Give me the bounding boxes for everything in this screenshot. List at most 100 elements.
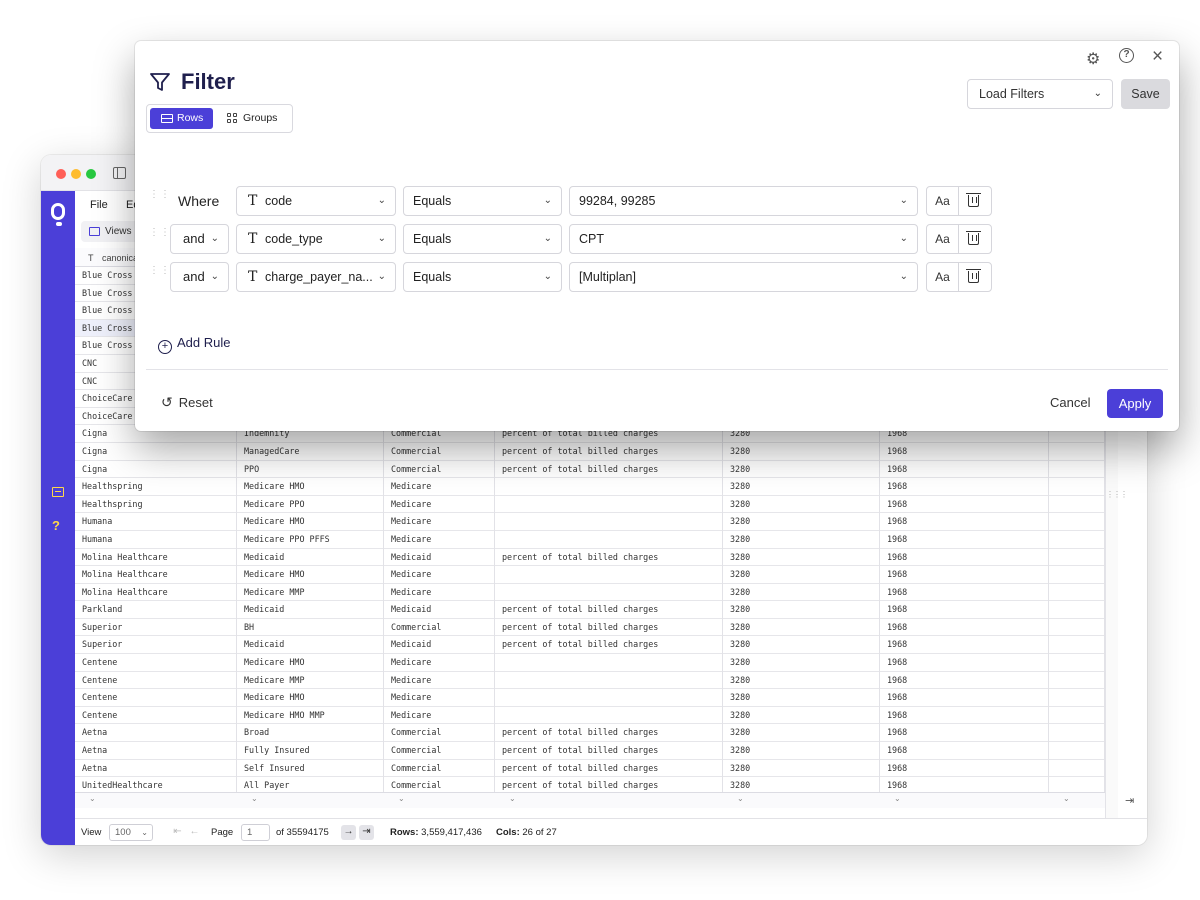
table-row[interactable]: Centene Medicare HMO Medicare 3280 1968 bbox=[75, 654, 1105, 672]
field-select[interactable]: T charge_payer_na... ⌄ bbox=[236, 262, 396, 292]
table-cell[interactable] bbox=[495, 654, 723, 672]
table-cell[interactable]: 3280 bbox=[723, 442, 880, 461]
table-cell[interactable]: 3280 bbox=[723, 566, 880, 584]
case-sensitive-icon[interactable]: Aa bbox=[927, 187, 959, 215]
table-cell[interactable]: Molina Healthcare bbox=[75, 548, 237, 567]
load-filters-select[interactable]: Load Filters ⌄ bbox=[967, 79, 1113, 109]
help-icon[interactable]: ? bbox=[52, 518, 60, 533]
table-cell[interactable]: percent of total billed charges bbox=[495, 618, 723, 637]
table-cell[interactable]: Aetna bbox=[75, 759, 237, 778]
table-cell[interactable]: Cigna bbox=[75, 460, 237, 479]
table-cell[interactable]: Humana bbox=[75, 530, 237, 549]
table-cell[interactable]: 3280 bbox=[723, 618, 880, 637]
table-cell[interactable] bbox=[1049, 724, 1105, 743]
add-rule-button[interactable]: + Add Rule bbox=[158, 335, 230, 354]
table-cell[interactable]: Medicare bbox=[384, 478, 495, 496]
table-cell[interactable]: Commercial bbox=[384, 460, 495, 479]
operator-select[interactable]: Equals ⌄ bbox=[403, 224, 562, 254]
table-cell[interactable] bbox=[1049, 601, 1105, 619]
table-cell[interactable]: Medicare bbox=[384, 583, 495, 602]
table-cell[interactable] bbox=[1049, 530, 1105, 549]
table-cell[interactable]: Medicare HMO bbox=[237, 478, 384, 496]
table-cell[interactable]: Medicare PPO PFFS bbox=[237, 530, 384, 549]
table-cell[interactable] bbox=[495, 478, 723, 496]
table-cell[interactable] bbox=[1049, 759, 1105, 778]
table-cell[interactable]: Broad bbox=[237, 724, 384, 743]
table-cell[interactable]: 3280 bbox=[723, 636, 880, 655]
table-cell[interactable]: Medicare HMO bbox=[237, 654, 384, 672]
table-cell[interactable]: Medicare HMO MMP bbox=[237, 706, 384, 725]
chevron-down-icon[interactable]: ⌄ bbox=[398, 794, 405, 803]
table-cell[interactable]: Cigna bbox=[75, 442, 237, 461]
table-cell[interactable]: Medicaid bbox=[384, 601, 495, 619]
table-cell[interactable]: Aetna bbox=[75, 724, 237, 743]
table-cell[interactable] bbox=[495, 566, 723, 584]
table-cell[interactable]: Medicare HMO bbox=[237, 513, 384, 531]
table-cell[interactable]: 3280 bbox=[723, 478, 880, 496]
table-cell[interactable]: 1968 bbox=[880, 530, 1049, 549]
field-select[interactable]: T code_type ⌄ bbox=[236, 224, 396, 254]
table-cell[interactable]: percent of total billed charges bbox=[495, 724, 723, 743]
table-cell[interactable]: BH bbox=[237, 618, 384, 637]
first-page-icon[interactable]: ⇤ bbox=[170, 825, 185, 840]
table-row[interactable]: Healthspring Medicare HMO Medicare 3280 1968 bbox=[75, 478, 1105, 496]
table-row[interactable]: Molina Healthcare Medicaid Medicaid percent… bbox=[75, 548, 1105, 567]
table-cell[interactable]: Molina Healthcare bbox=[75, 566, 237, 584]
table-cell[interactable]: percent of total billed charges bbox=[495, 548, 723, 567]
table-cell[interactable]: Self Insured bbox=[237, 759, 384, 778]
value-input[interactable]: 99284, 99285 ⌄ bbox=[569, 186, 918, 216]
table-cell[interactable]: 1968 bbox=[880, 636, 1049, 655]
table-cell[interactable]: 1968 bbox=[880, 724, 1049, 743]
tab-groups[interactable]: Groups bbox=[221, 108, 289, 129]
table-cell[interactable]: 1968 bbox=[880, 513, 1049, 531]
table-row[interactable]: Aetna Self Insured Commercial percent of to… bbox=[75, 759, 1105, 778]
table-cell[interactable]: Commercial bbox=[384, 724, 495, 743]
table-cell[interactable]: percent of total billed charges bbox=[495, 759, 723, 778]
page-input[interactable]: 1 bbox=[241, 824, 270, 841]
trash-icon[interactable] bbox=[966, 231, 981, 245]
table-cell[interactable]: Medicaid bbox=[237, 601, 384, 619]
table-cell[interactable]: Centene bbox=[75, 654, 237, 672]
table-cell[interactable]: Healthspring bbox=[75, 478, 237, 496]
chevron-down-icon[interactable]: ⌄ bbox=[1063, 794, 1070, 803]
table-cell[interactable]: ManagedCare bbox=[237, 442, 384, 461]
next-page-icon[interactable]: → bbox=[341, 825, 356, 840]
table-cell[interactable]: Medicare bbox=[384, 671, 495, 690]
trash-icon[interactable] bbox=[966, 193, 981, 207]
table-cell[interactable] bbox=[1049, 548, 1105, 567]
archive-icon[interactable] bbox=[52, 487, 64, 497]
view-size-select[interactable]: 100 ⌄ bbox=[109, 824, 153, 841]
case-sensitive-icon[interactable]: Aa bbox=[927, 263, 959, 291]
case-sensitive-icon[interactable]: Aa bbox=[927, 225, 959, 253]
table-cell[interactable]: Superior bbox=[75, 636, 237, 655]
chevron-down-icon[interactable]: ⌄ bbox=[89, 794, 96, 803]
table-cell[interactable]: 1968 bbox=[880, 654, 1049, 672]
table-cell[interactable]: Commercial bbox=[384, 618, 495, 637]
table-cell[interactable] bbox=[1049, 460, 1105, 479]
table-cell[interactable] bbox=[495, 530, 723, 549]
table-cell[interactable]: Aetna bbox=[75, 742, 237, 760]
table-cell[interactable]: Medicare bbox=[384, 495, 495, 514]
table-cell[interactable]: Medicare HMO bbox=[237, 566, 384, 584]
table-cell[interactable]: 1968 bbox=[880, 689, 1049, 707]
table-cell[interactable]: Medicare MMP bbox=[237, 671, 384, 690]
close-icon[interactable]: × bbox=[1152, 46, 1163, 68]
table-cell[interactable] bbox=[1049, 618, 1105, 637]
table-row[interactable]: Parkland Medicaid Medicaid percent of total… bbox=[75, 601, 1105, 619]
table-cell[interactable]: Medicaid bbox=[384, 548, 495, 567]
table-row[interactable]: Humana Medicare PPO PFFS Medicare 3280 1968 bbox=[75, 530, 1105, 549]
table-cell[interactable]: 3280 bbox=[723, 460, 880, 479]
table-cell[interactable]: 1968 bbox=[880, 601, 1049, 619]
table-cell[interactable]: Medicare bbox=[384, 513, 495, 531]
help-icon[interactable]: ? bbox=[1119, 48, 1134, 63]
table-cell[interactable]: Medicare bbox=[384, 566, 495, 584]
value-input[interactable]: [Multiplan] ⌄ bbox=[569, 262, 918, 292]
column-header[interactable]: canonica bbox=[102, 253, 138, 263]
drag-handle-icon[interactable]: ⋮⋮ bbox=[149, 266, 171, 276]
table-cell[interactable]: 1968 bbox=[880, 706, 1049, 725]
previous-page-icon[interactable]: ← bbox=[187, 825, 202, 840]
table-cell[interactable] bbox=[1049, 442, 1105, 461]
table-row[interactable]: Cigna PPO Commercial percent of total bille… bbox=[75, 460, 1105, 479]
table-cell[interactable] bbox=[495, 513, 723, 531]
table-cell[interactable]: 3280 bbox=[723, 583, 880, 602]
